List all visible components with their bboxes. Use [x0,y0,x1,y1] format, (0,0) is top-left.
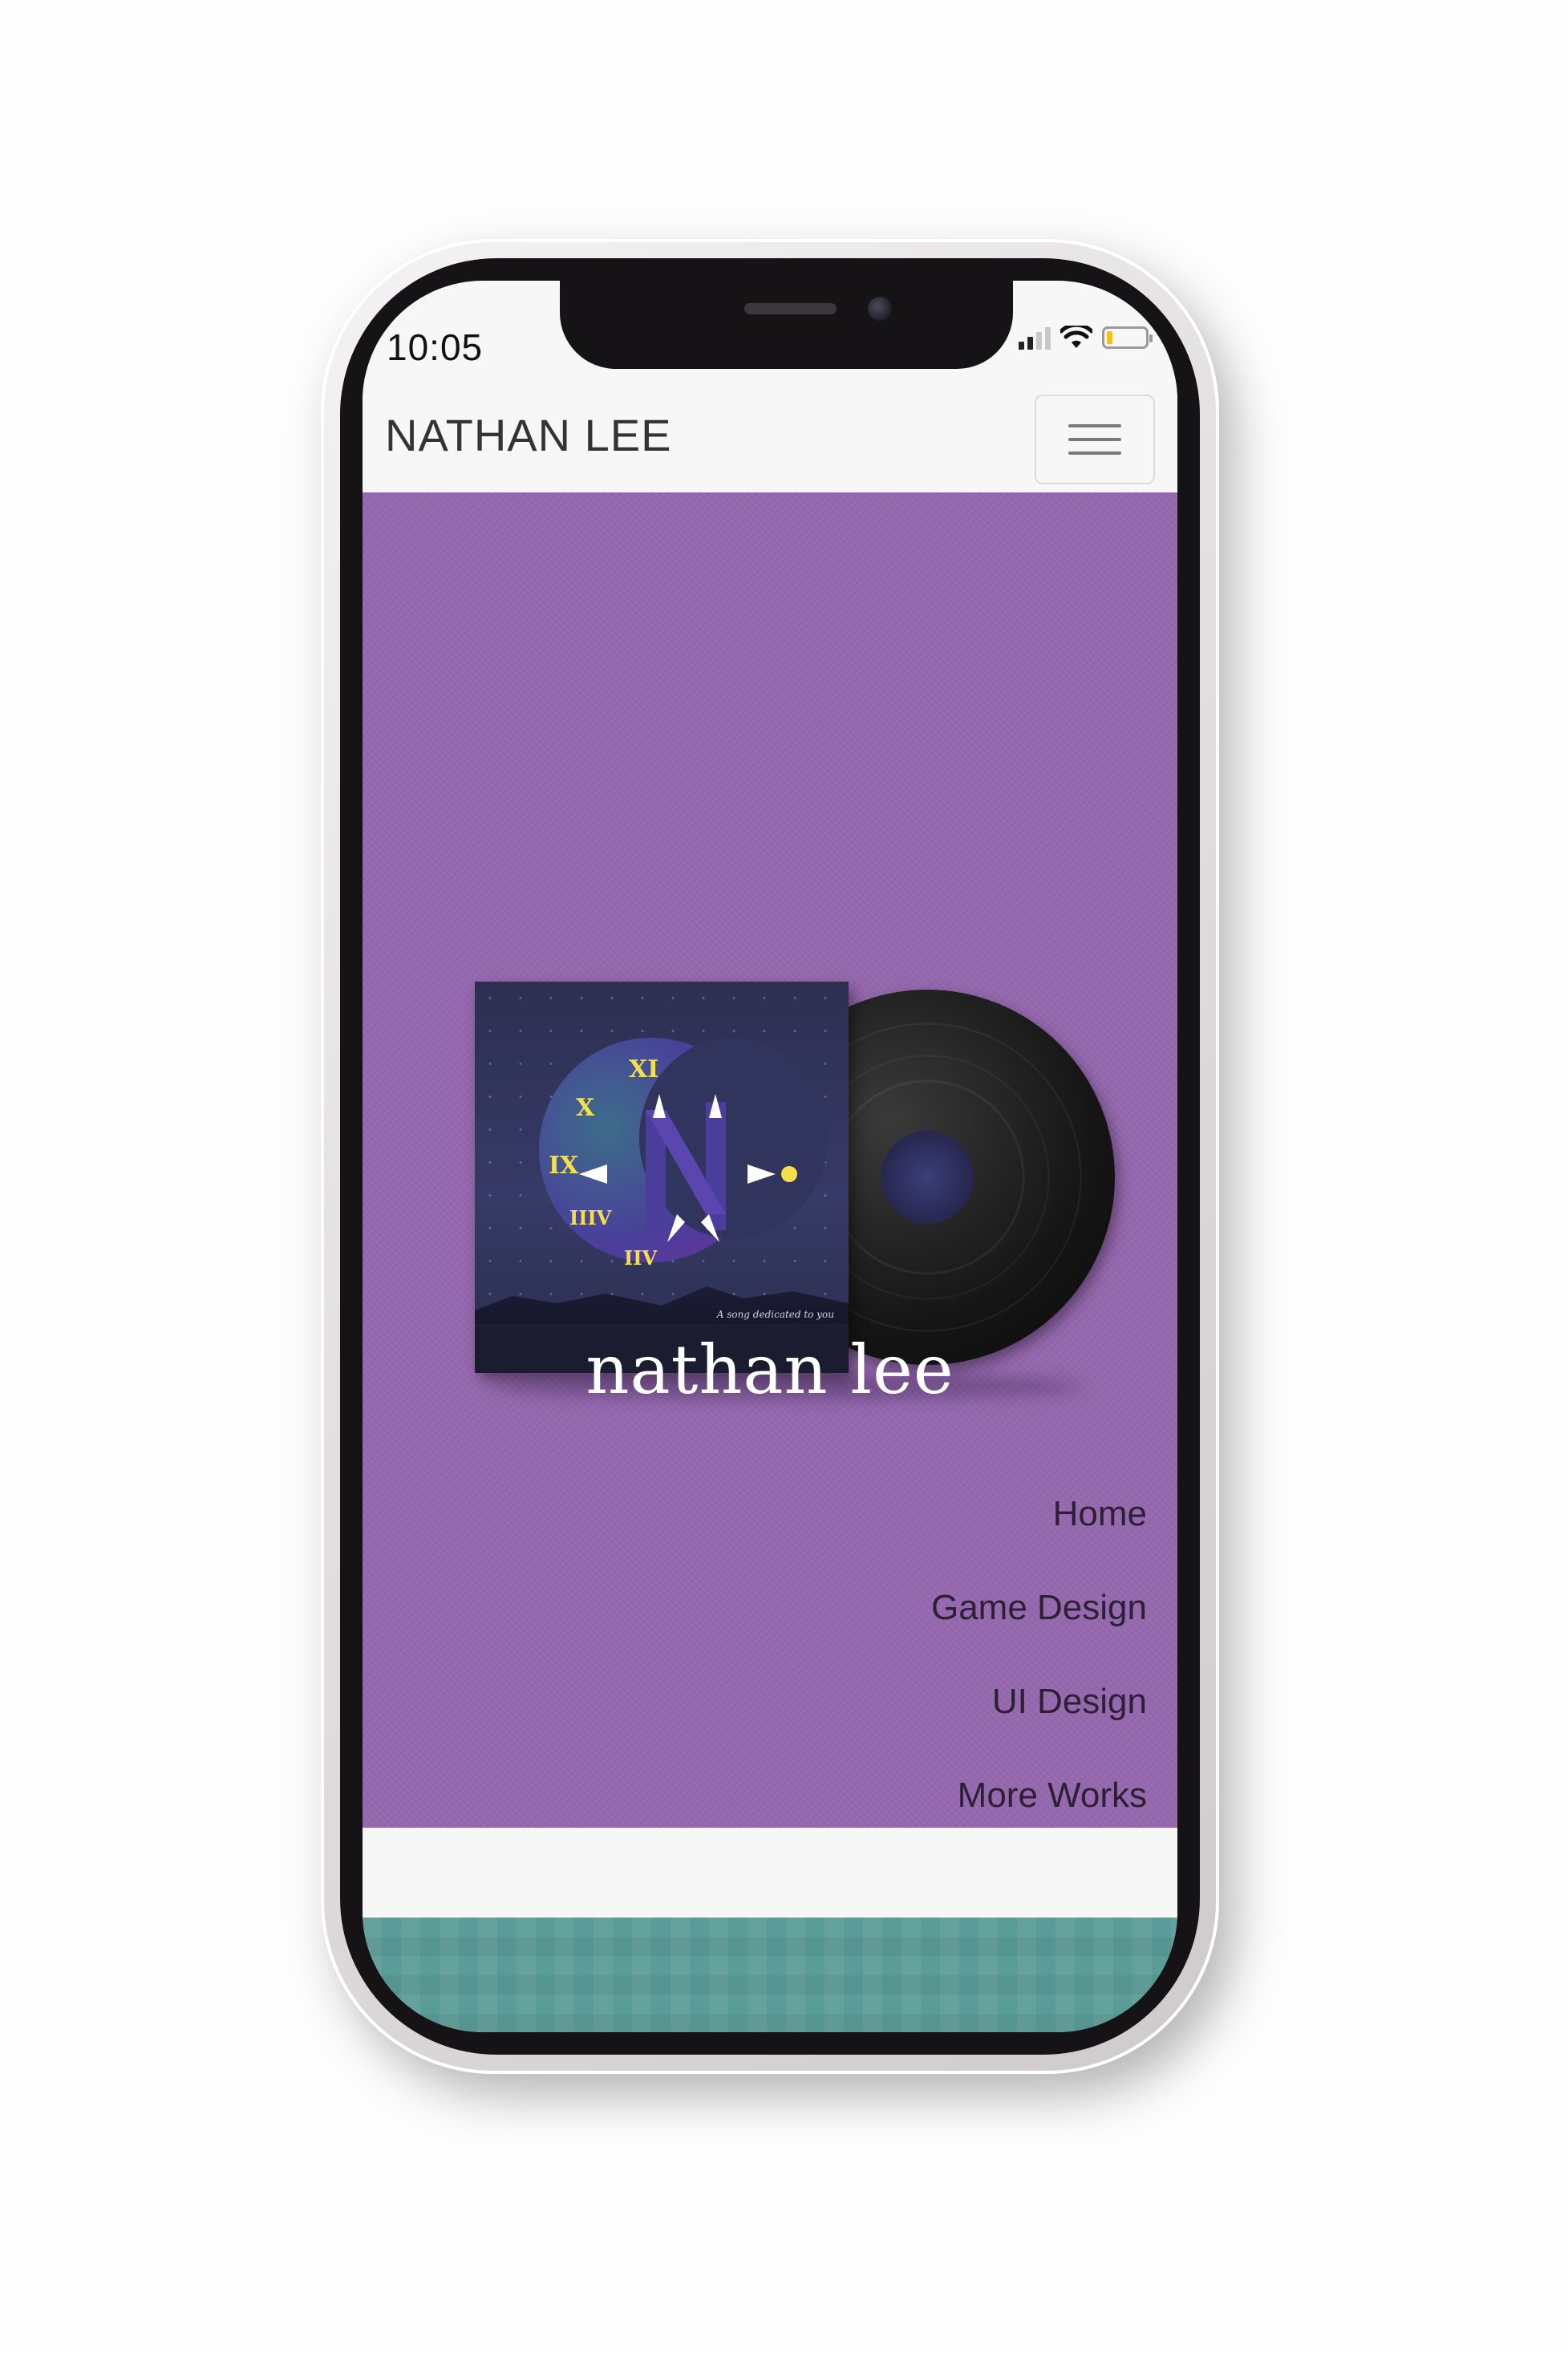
next-section-image-preview [363,1918,1177,2032]
section-spacer [363,1828,1177,1918]
numeral-xi: XI [629,1055,659,1083]
battery-level [1107,331,1112,344]
speaker-grille [744,303,837,314]
nav-menu: Home Game Design UI Design More Works [931,1467,1147,1842]
phone-frame: 10:05 NATHAN LEE XI X IX IIIV IIV A song… [321,239,1219,2074]
numeral-ix: IX [549,1152,579,1180]
clock-hands-icon [579,1164,797,1242]
phone-screen: 10:05 NATHAN LEE XI X IX IIIV IIV A song… [363,281,1177,2032]
battery-icon [1102,326,1153,349]
navbar: NATHAN LEE [363,377,1177,492]
status-time: 10:05 [387,326,484,368]
status-icons [1019,326,1153,350]
wifi-icon [1060,326,1092,348]
vinyl-label [881,1131,974,1224]
menu-item-home[interactable]: Home [931,1467,1147,1561]
album-tagline: A song dedicated to you [716,1309,834,1320]
numeral-iiv: IIV [624,1246,658,1270]
phone-notch [560,281,1013,369]
hamburger-menu-icon[interactable] [1035,395,1155,484]
signal-icon [1019,326,1051,350]
hero-section: XI X IX IIIV IIV A song dedicated to you… [363,492,1177,1828]
mockup-stage: 10:05 NATHAN LEE XI X IX IIIV IIV A song… [0,0,1568,2353]
hero-title: nathan lee [585,1330,954,1409]
menu-item-game-design[interactable]: Game Design [931,1561,1147,1654]
menu-item-ui-design[interactable]: UI Design [931,1654,1147,1748]
album-sleeve-image: XI X IX IIIV IIV A song dedicated to you [475,982,849,1373]
brand-title[interactable]: NATHAN LEE [385,409,671,461]
front-camera [868,297,892,321]
